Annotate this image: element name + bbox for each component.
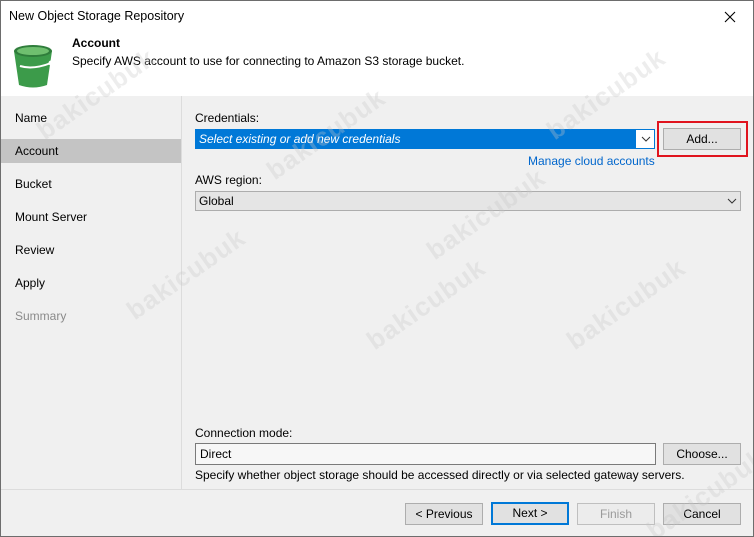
manage-cloud-accounts-link[interactable]: Manage cloud accounts: [528, 154, 655, 168]
title-bar: New Object Storage Repository: [1, 1, 753, 32]
aws-region-select[interactable]: Global: [195, 191, 741, 211]
step-bucket[interactable]: Bucket: [1, 172, 181, 196]
choose-button[interactable]: Choose...: [663, 443, 741, 465]
connection-mode-field[interactable]: Direct: [195, 443, 656, 465]
finish-button: Finish: [577, 503, 655, 525]
step-name[interactable]: Name: [1, 106, 181, 130]
add-button-highlight: [657, 121, 748, 157]
wizard-window: New Object Storage Repository Account Sp…: [0, 0, 754, 537]
wizard-steps: Name Account Bucket Mount Server Review …: [1, 96, 182, 489]
connection-mode-hint: Specify whether object storage should be…: [195, 468, 685, 482]
credentials-label: Credentials:: [195, 111, 260, 125]
step-summary: Summary: [15, 309, 67, 323]
aws-region-value: Global: [199, 194, 234, 208]
credentials-select[interactable]: Select existing or add new credentials: [195, 129, 655, 149]
previous-button[interactable]: < Previous: [405, 503, 483, 525]
next-button[interactable]: Next >: [491, 502, 569, 525]
wizard-header: Account Specify AWS account to use for c…: [1, 32, 753, 96]
cancel-button[interactable]: Cancel: [663, 503, 741, 525]
aws-region-label: AWS region:: [195, 173, 262, 187]
step-review[interactable]: Review: [1, 238, 181, 262]
wizard-footer: < Previous Next > Finish Cancel: [1, 489, 753, 536]
credentials-value: Select existing or add new credentials: [196, 130, 636, 148]
step-title: Account: [72, 36, 120, 50]
window-title: New Object Storage Repository: [9, 9, 185, 23]
step-account[interactable]: Account: [1, 139, 181, 163]
bucket-icon: [14, 45, 54, 88]
chevron-down-icon: [641, 136, 651, 142]
step-apply[interactable]: Apply: [1, 271, 181, 295]
connection-mode-value: Direct: [200, 447, 232, 461]
close-button[interactable]: [707, 1, 753, 32]
connection-mode-label: Connection mode:: [195, 426, 293, 440]
step-description: Specify AWS account to use for connectin…: [72, 54, 465, 68]
close-icon: [724, 11, 736, 22]
step-mount-server[interactable]: Mount Server: [1, 205, 181, 229]
chevron-down-icon: [727, 198, 737, 204]
